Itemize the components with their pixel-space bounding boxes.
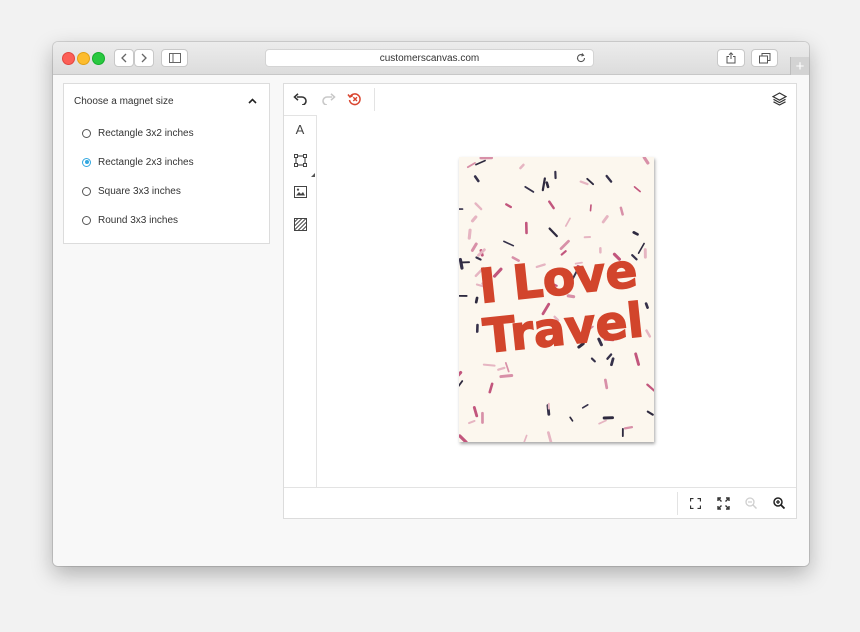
zoom-in-icon bbox=[773, 497, 785, 509]
layers-button[interactable] bbox=[771, 91, 787, 107]
close-window-button[interactable] bbox=[62, 52, 75, 65]
browser-window: customerscanvas.com + Choose a magnet si… bbox=[53, 42, 809, 566]
editor-top-toolbar bbox=[284, 84, 796, 116]
sidebar-icon bbox=[168, 53, 181, 63]
undo-button[interactable] bbox=[292, 91, 308, 107]
submenu-corner-icon bbox=[311, 173, 315, 177]
radio-button-selected[interactable] bbox=[82, 157, 91, 167]
size-option[interactable]: Round 3x3 inches bbox=[82, 213, 178, 227]
size-option[interactable]: Rectangle 2x3 inches bbox=[82, 155, 194, 169]
revert-button[interactable] bbox=[346, 91, 362, 107]
image-tool-icon bbox=[293, 186, 307, 198]
add-image-button[interactable] bbox=[292, 184, 308, 200]
editor-left-toolbar: A bbox=[284, 115, 317, 487]
magnet-design[interactable]: I Love Travel bbox=[459, 157, 654, 442]
url-text: customerscanvas.com bbox=[379, 52, 480, 64]
zoom-in-button[interactable] bbox=[772, 496, 786, 510]
shape-tool-icon bbox=[293, 153, 307, 167]
back-icon bbox=[121, 53, 127, 63]
fullscreen-button[interactable] bbox=[716, 496, 730, 510]
share-button[interactable] bbox=[717, 49, 745, 67]
size-option[interactable]: Square 3x3 inches bbox=[82, 184, 181, 198]
radio-button[interactable] bbox=[82, 128, 91, 138]
toolbar-divider bbox=[374, 88, 375, 111]
undo-icon bbox=[292, 93, 307, 105]
fit-screen-icon bbox=[689, 497, 701, 509]
text-tool-icon: A bbox=[295, 121, 305, 137]
panel-title[interactable]: Choose a magnet size bbox=[74, 96, 174, 107]
add-background-button[interactable] bbox=[292, 216, 308, 232]
add-shape-button[interactable] bbox=[292, 152, 308, 168]
background-tool-icon bbox=[293, 217, 307, 231]
back-button[interactable] bbox=[114, 49, 134, 67]
magnet-text-layer: I Love Travel bbox=[476, 243, 647, 366]
forward-button[interactable] bbox=[134, 49, 154, 67]
revert-icon bbox=[346, 93, 361, 106]
layers-icon bbox=[771, 92, 787, 106]
plus-icon: + bbox=[795, 57, 805, 75]
chevron-up-icon[interactable] bbox=[248, 98, 257, 104]
reload-icon[interactable] bbox=[575, 52, 587, 64]
minimize-window-button[interactable] bbox=[77, 52, 90, 65]
design-canvas[interactable]: I Love Travel bbox=[317, 115, 796, 487]
maximize-window-button[interactable] bbox=[92, 52, 105, 65]
expand-icon bbox=[716, 496, 730, 510]
forward-icon bbox=[141, 53, 147, 63]
editor-bottom-toolbar bbox=[284, 487, 796, 519]
toolbar-divider bbox=[677, 492, 678, 515]
magnet-size-panel: Choose a magnet size Rectangle 3x2 inche… bbox=[63, 83, 270, 244]
size-option[interactable]: Rectangle 3x2 inches bbox=[82, 126, 194, 140]
tabs-overview-button[interactable] bbox=[751, 49, 778, 67]
size-option-label: Rectangle 3x2 inches bbox=[98, 127, 194, 139]
tabs-icon bbox=[758, 52, 770, 63]
size-option-label: Rectangle 2x3 inches bbox=[98, 156, 194, 168]
size-option-label: Round 3x3 inches bbox=[98, 214, 179, 226]
browser-titlebar: customerscanvas.com + bbox=[53, 42, 809, 75]
zoom-out-icon bbox=[745, 497, 757, 509]
new-tab-button[interactable]: + bbox=[790, 57, 809, 75]
fit-to-screen-button[interactable] bbox=[688, 496, 702, 510]
design-editor: A I Love Travel bbox=[283, 83, 797, 519]
radio-button[interactable] bbox=[82, 186, 91, 196]
add-text-button[interactable]: A bbox=[292, 121, 308, 137]
zoom-out-button[interactable] bbox=[744, 496, 758, 510]
address-bar[interactable]: customerscanvas.com bbox=[265, 49, 594, 67]
radio-button[interactable] bbox=[82, 215, 91, 225]
size-option-label: Square 3x3 inches bbox=[98, 185, 181, 197]
page-content: Choose a magnet size Rectangle 3x2 inche… bbox=[53, 75, 809, 566]
redo-icon bbox=[321, 93, 336, 105]
share-icon bbox=[726, 52, 736, 64]
sidebar-button[interactable] bbox=[161, 49, 188, 67]
redo-button[interactable] bbox=[320, 91, 336, 107]
